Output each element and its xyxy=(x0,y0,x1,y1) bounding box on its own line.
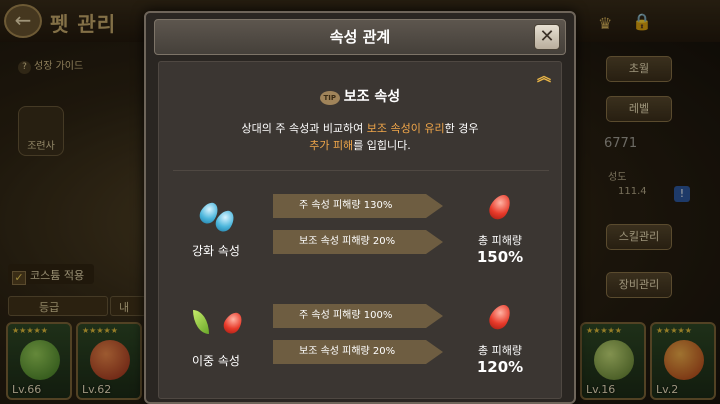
description-line-1: 상대의 주 속성과 비교하여 보조 속성이 유리한 경우 xyxy=(159,120,561,137)
fire-drop-icon xyxy=(485,191,515,223)
row-label: 강화 속성 xyxy=(192,244,240,258)
total-damage-value: 150% xyxy=(476,248,524,266)
leaf-icon xyxy=(193,310,209,334)
fire-drop-icon xyxy=(485,301,515,333)
sub-damage-text: 보조 속성 피해량 20% xyxy=(299,346,396,357)
divider xyxy=(173,170,549,171)
total-damage-label: 총 피해량 xyxy=(478,234,522,247)
main-damage-text: 주 속성 피해량 100% xyxy=(299,310,393,321)
modal-header: 속성 관계 ✕ xyxy=(154,19,566,55)
sub-damage-text: 보조 속성 피해량 20% xyxy=(299,236,396,247)
fire-drop-icon xyxy=(220,309,246,337)
desc-text: 한 경우 xyxy=(444,122,479,135)
desc-text: 상대의 주 속성과 비교하여 xyxy=(241,122,367,135)
total-damage-value: 120% xyxy=(476,358,524,376)
main-damage-arrow: 주 속성 피해량 130% xyxy=(273,194,443,218)
attribute-relation-modal: 속성 관계 ✕ ︽ TIP 보조 속성 상대의 주 속성과 비교하여 보조 속성이… xyxy=(144,11,576,404)
description: 상대의 주 속성과 비교하여 보조 속성이 유리한 경우 추가 피해를 입힙니다… xyxy=(159,120,561,154)
total-damage-label: 총 피해량 xyxy=(478,344,522,357)
description-line-2: 추가 피해를 입힙니다. xyxy=(159,137,561,154)
section-title-label: 보조 속성 xyxy=(343,89,401,105)
row-label: 이중 속성 xyxy=(192,354,240,368)
sub-damage-arrow: 보조 속성 피해량 20% xyxy=(273,340,443,364)
collapse-icon[interactable]: ︽ xyxy=(535,68,553,86)
modal-title: 속성 관계 xyxy=(329,28,391,46)
modal-body: ︽ TIP 보조 속성 상대의 주 속성과 비교하여 보조 속성이 유리한 경우 … xyxy=(158,61,562,399)
main-damage-arrow: 주 속성 피해량 100% xyxy=(273,304,443,328)
section-title: TIP 보조 속성 xyxy=(159,86,561,106)
desc-highlight: 추가 피해 xyxy=(309,139,354,152)
main-damage-text: 주 속성 피해량 130% xyxy=(299,200,393,211)
tip-icon: TIP xyxy=(319,91,340,105)
sub-damage-arrow: 보조 속성 피해량 20% xyxy=(273,230,443,254)
close-button[interactable]: ✕ xyxy=(534,24,560,50)
desc-highlight: 보조 속성이 유리 xyxy=(366,122,445,135)
desc-text: 를 입힙니다. xyxy=(353,139,411,152)
